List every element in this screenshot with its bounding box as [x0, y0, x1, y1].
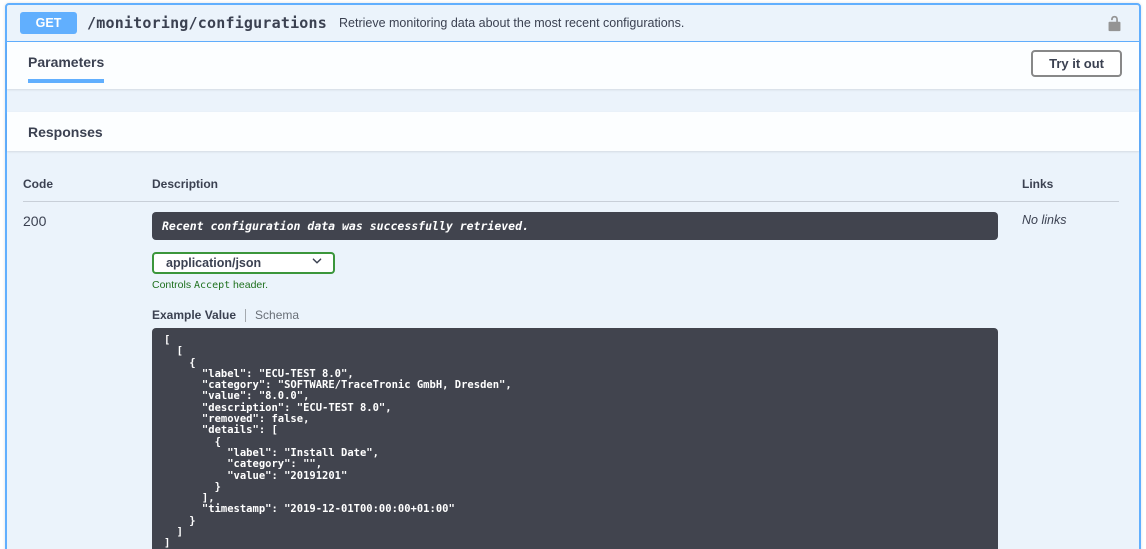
response-row-200: 200 Recent configuration data was succes…	[23, 202, 1119, 549]
auth-lock-button[interactable]	[1104, 15, 1125, 32]
column-header-code: Code	[23, 177, 152, 191]
media-type-selected-value: application/json	[166, 256, 311, 270]
tab-schema[interactable]: Schema	[255, 308, 299, 322]
operation-block-get: GET /monitoring/configurations Retrieve …	[5, 3, 1141, 549]
unlock-icon	[1106, 20, 1123, 35]
endpoint-description: Retrieve monitoring data about the most …	[339, 16, 684, 30]
accept-header-note: Controls Accept header.	[152, 279, 998, 291]
tab-parameters: Parameters	[28, 54, 104, 83]
response-links-cell: No links	[998, 212, 1119, 549]
response-description-banner: Recent configuration data was successful…	[152, 212, 998, 240]
endpoint-path: /monitoring/configurations	[87, 14, 327, 32]
tab-example-value[interactable]: Example Value	[152, 308, 236, 322]
response-description-cell: Recent configuration data was successful…	[152, 212, 998, 549]
try-it-out-button[interactable]: Try it out	[1031, 50, 1122, 77]
media-type-select[interactable]: application/json	[152, 252, 335, 274]
tab-separator	[245, 309, 246, 322]
accept-note-code-word: Accept	[194, 280, 230, 291]
column-header-links: Links	[998, 177, 1119, 191]
chevron-down-icon	[311, 254, 323, 272]
responses-section-header: Responses	[7, 112, 1139, 151]
http-method-badge: GET	[20, 12, 77, 34]
model-example-tabs: Example Value Schema	[152, 308, 998, 322]
column-header-description: Description	[152, 177, 998, 191]
accept-note-suffix: header.	[230, 279, 268, 291]
parameters-body	[7, 89, 1139, 112]
responses-body: Code Description Links 200 Recent config…	[7, 151, 1139, 549]
response-code: 200	[23, 212, 152, 549]
parameters-section-header: Parameters Try it out	[7, 42, 1139, 89]
example-json-block: [ [ { "label": "ECU-TEST 8.0", "category…	[152, 328, 998, 549]
responses-table-header: Code Description Links	[23, 177, 1119, 202]
operation-summary[interactable]: GET /monitoring/configurations Retrieve …	[7, 5, 1139, 42]
responses-title: Responses	[28, 124, 103, 140]
accept-note-prefix: Controls	[152, 279, 194, 291]
